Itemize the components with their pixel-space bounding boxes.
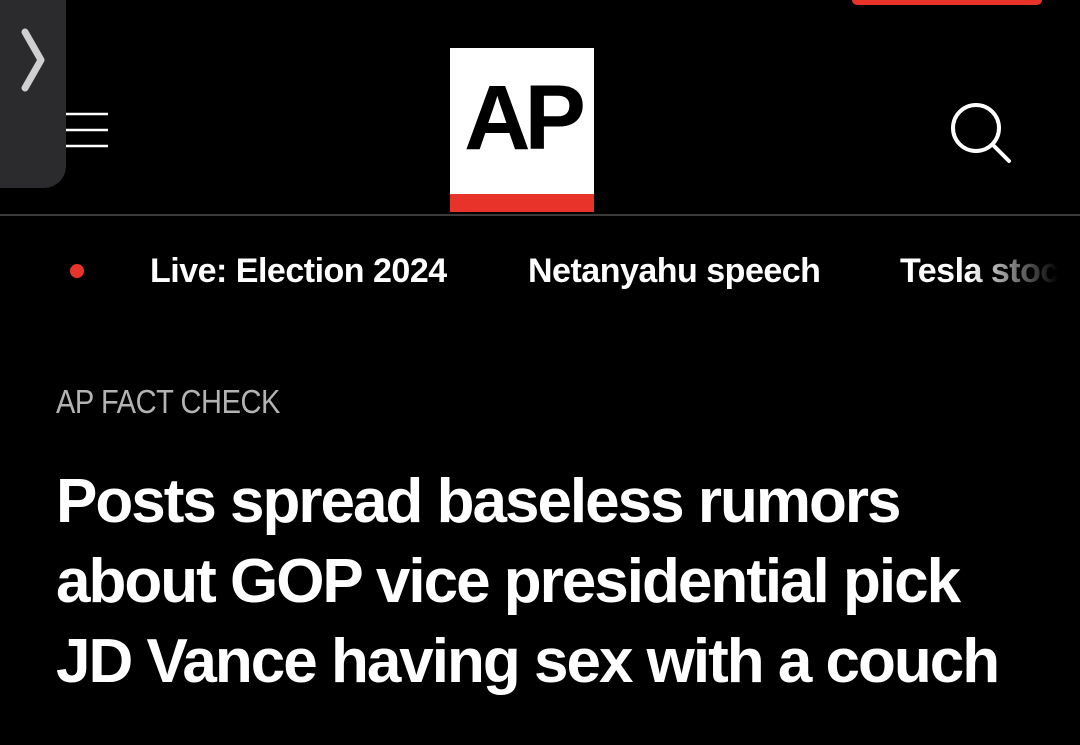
- trending-bar: Live: Election 2024 Netanyahu speech Tes…: [0, 246, 1058, 296]
- article-headline: Posts spread baseless rumors about GOP v…: [56, 462, 1066, 702]
- trending-item-netanyahu[interactable]: Netanyahu speech: [528, 250, 821, 292]
- article-kicker[interactable]: AP FACT CHECK: [56, 382, 280, 422]
- trending-item-election[interactable]: Live: Election 2024: [150, 250, 447, 292]
- search-icon[interactable]: [948, 100, 1012, 164]
- headline-line: Posts spread baseless rumors: [56, 467, 901, 536]
- ap-logo[interactable]: AP: [450, 48, 594, 212]
- side-panel-tab[interactable]: [0, 0, 66, 188]
- chevron-right-icon: [20, 28, 46, 92]
- hamburger-menu-icon[interactable]: [66, 112, 110, 150]
- trending-fade-overlay: [968, 246, 1058, 296]
- site-header: AP: [0, 0, 1080, 216]
- live-indicator-dot: [70, 264, 84, 278]
- logo-text: AP: [464, 67, 586, 169]
- headline-line: JD Vance having sex with a couch: [56, 627, 1000, 696]
- headline-line: about GOP vice presidential pick: [56, 547, 961, 616]
- logo-red-bar: [450, 194, 594, 212]
